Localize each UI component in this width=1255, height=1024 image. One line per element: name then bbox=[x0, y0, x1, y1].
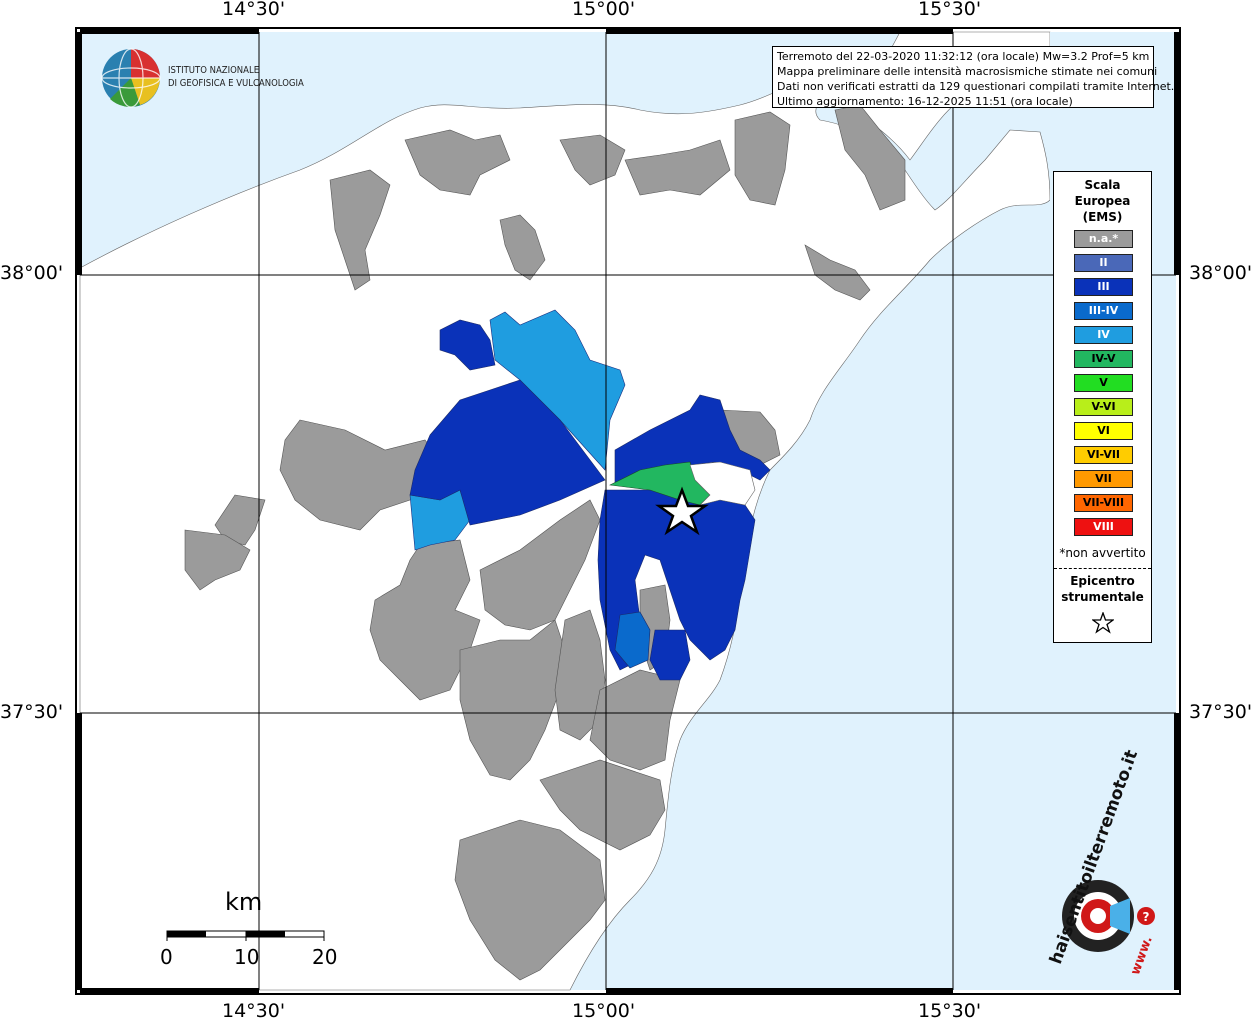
legend-title-3: (EMS) bbox=[1082, 210, 1123, 224]
intensity-legend: Scala Europea (EMS) n.a.* II III III-IV IV IV… bbox=[1053, 171, 1152, 643]
lon-label-top-2: 15°00' bbox=[572, 0, 636, 20]
event-info-box: Terremoto del 22-03-2020 11:32:12 (ora l… bbox=[772, 46, 1175, 108]
legend-star-icon bbox=[1092, 612, 1114, 634]
lon-label-bottom-3: 15°30' bbox=[918, 1000, 982, 1022]
ingv-line1: ISTITUTO NAZIONALE bbox=[168, 65, 260, 76]
legend-item: n.a.* bbox=[1074, 230, 1133, 248]
lon-label-top-1: 14°30' bbox=[222, 0, 286, 20]
legend-item: IV bbox=[1074, 326, 1133, 344]
legend-item: VII bbox=[1074, 470, 1133, 488]
svg-text:?: ? bbox=[1143, 910, 1150, 924]
legend-title-1: Scala bbox=[1084, 178, 1121, 192]
ingv-logo bbox=[101, 48, 161, 108]
legend-item: II bbox=[1074, 254, 1133, 272]
legend-item: III bbox=[1074, 278, 1133, 296]
info-line2: Mappa preliminare delle intensità macros… bbox=[777, 65, 1158, 78]
legend-note: *non avvertito bbox=[1059, 546, 1146, 560]
legend-title-2: Europea bbox=[1074, 194, 1131, 208]
lat-label-left-1: 38°00' bbox=[0, 262, 64, 284]
lat-label-left-2: 37°30' bbox=[0, 701, 64, 723]
legend-item: VI-VII bbox=[1074, 446, 1133, 464]
legend-item: VI bbox=[1074, 422, 1133, 440]
legend-item: III-IV bbox=[1074, 302, 1133, 320]
legend-epicenter-2: strumentale bbox=[1061, 590, 1144, 604]
legend-separator bbox=[1054, 568, 1151, 569]
scale-tick-10: 10 bbox=[234, 945, 260, 969]
scale-unit: km bbox=[225, 888, 263, 916]
ingv-logo-text: ISTITUTO NAZIONALE DI GEOFISICA E VULCAN… bbox=[168, 64, 304, 90]
lon-label-top-3: 15°30' bbox=[918, 0, 982, 20]
lon-label-bottom-2: 15°00' bbox=[572, 1000, 636, 1022]
info-line3: Dati non verificati estratti da 129 ques… bbox=[777, 80, 1175, 93]
legend-item: V-VI bbox=[1074, 398, 1133, 416]
lon-label-bottom-1: 14°30' bbox=[222, 1000, 286, 1022]
legend-epicenter-1: Epicentro bbox=[1070, 574, 1135, 588]
info-line1: Terremoto del 22-03-2020 11:32:12 (ora l… bbox=[777, 50, 1150, 63]
scale-tick-20: 20 bbox=[312, 945, 338, 969]
ingv-line2: DI GEOFISICA E VULCANOLOGIA bbox=[168, 78, 304, 89]
scale-tick-0: 0 bbox=[160, 945, 173, 969]
legend-item: V bbox=[1074, 374, 1133, 392]
info-line4: Ultimo aggiornamento: 16-12-2025 11:51 (… bbox=[777, 95, 1073, 108]
legend-title: Scala Europea (EMS) bbox=[1054, 177, 1151, 225]
legend-item: VIII bbox=[1074, 518, 1133, 536]
legend-item: VII-VIII bbox=[1074, 494, 1133, 512]
legend-item: IV-V bbox=[1074, 350, 1133, 368]
lat-label-right-2: 37°30' bbox=[1189, 701, 1253, 723]
legend-epicenter: Epicentro strumentale bbox=[1054, 573, 1151, 605]
lat-label-right-1: 38°00' bbox=[1189, 262, 1253, 284]
